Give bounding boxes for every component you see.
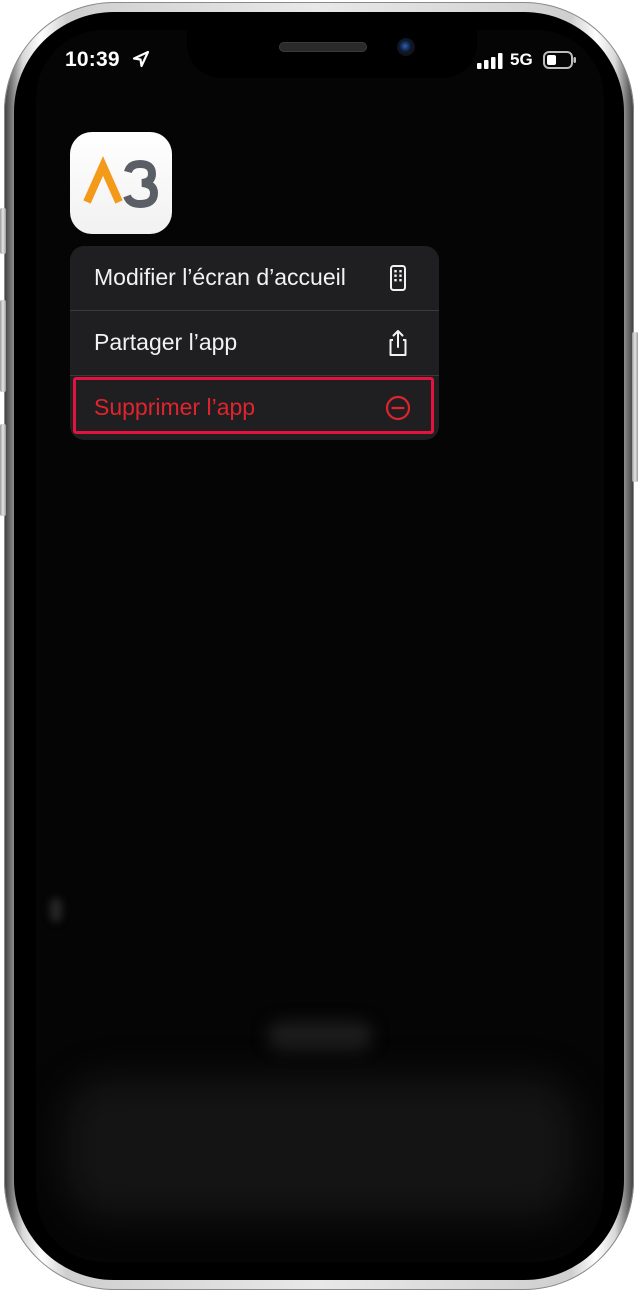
menu-item-label: Modifier l’écran d’accueil [94, 264, 346, 290]
status-time: 10:39 [65, 48, 120, 71]
power-button [632, 332, 638, 482]
blurred-background-element [50, 898, 62, 922]
network-type: 5G [510, 50, 533, 69]
menu-item-edit-home-screen[interactable]: Modifier l’écran d’accueil [70, 246, 439, 310]
front-camera [397, 38, 415, 56]
highlight-annotation [73, 377, 434, 434]
cellular-signal-icon [477, 53, 503, 69]
notch [187, 30, 477, 78]
volume-up-button [0, 300, 6, 392]
location-arrow-icon [132, 50, 150, 68]
a3-logo-icon [83, 156, 159, 209]
earpiece-speaker [279, 42, 367, 52]
phone-apps-icon [390, 265, 406, 291]
app-icon-a3[interactable] [70, 132, 172, 234]
menu-item-share-app[interactable]: Partager l’app [70, 311, 439, 375]
blurred-page-indicator [268, 1022, 372, 1050]
share-icon [389, 330, 407, 356]
menu-item-label: Partager l’app [94, 329, 238, 355]
screen: 10:39 5G Modifier l’écran d’accueil Part… [36, 30, 604, 1262]
battery-icon [543, 51, 576, 69]
silent-switch [0, 208, 6, 254]
volume-down-button [0, 424, 6, 516]
blurred-dock [64, 1078, 576, 1218]
